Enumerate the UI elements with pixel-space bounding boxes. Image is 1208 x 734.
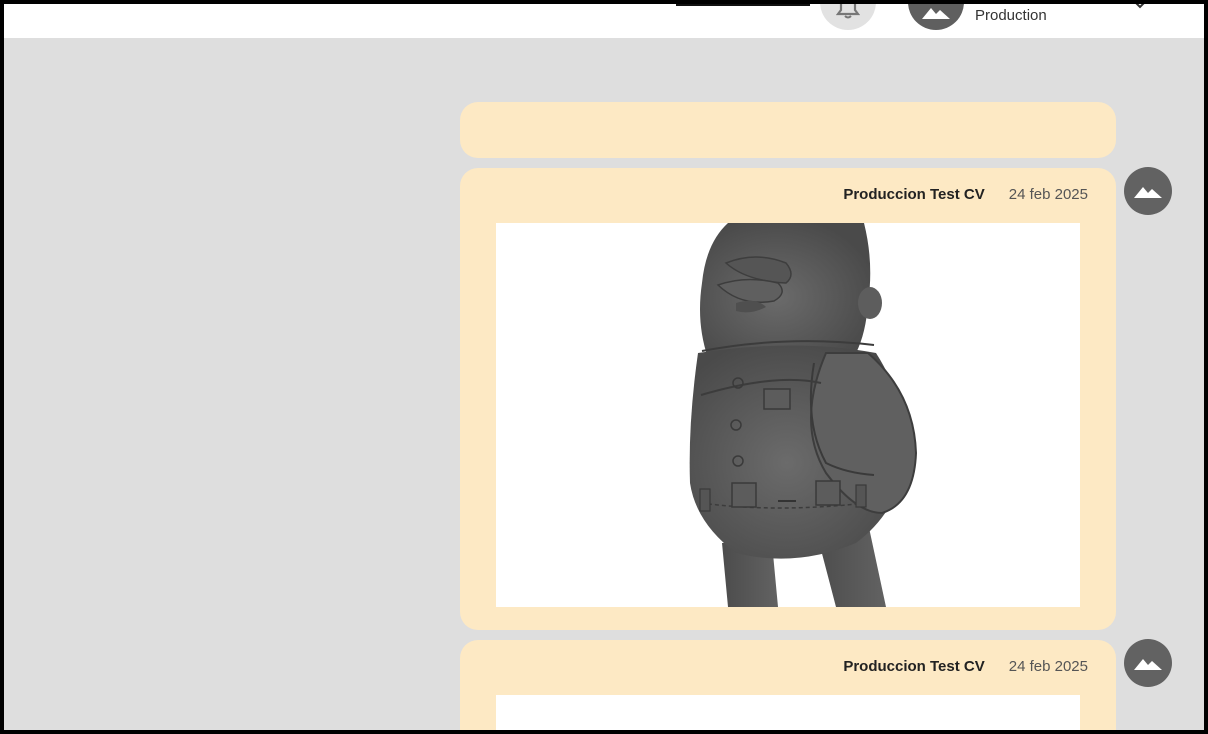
top-bar: Production [4,4,1204,38]
mountain-icon [922,8,950,19]
chevron-down-icon[interactable] [1134,4,1146,16]
notifications-button[interactable] [820,4,876,30]
message-card-previous [460,102,1116,158]
message-card: Produccion Test CV 24 feb 2025 [460,640,1116,730]
message-feed[interactable]: Produccion Test CV 24 feb 2025 Produccio… [4,38,1204,730]
3d-character-render [689,223,918,607]
user-avatar[interactable] [908,4,964,30]
mountain-icon [1134,659,1162,670]
message-header: Produccion Test CV 24 feb 2025 [843,186,1088,203]
bell-icon [836,4,860,19]
message-header: Produccion Test CV 24 feb 2025 [843,658,1088,675]
active-tab-indicator [676,4,810,6]
mountain-icon [1134,187,1162,198]
message-image[interactable] [496,223,1080,607]
message-card: Produccion Test CV 24 feb 2025 [460,168,1116,630]
sender-avatar[interactable] [1124,639,1172,687]
sender-avatar[interactable] [1124,167,1172,215]
message-author: Produccion Test CV [843,658,985,675]
app-frame: Production Produccion Test CV 24 feb 202… [4,4,1204,730]
message-date: 24 feb 2025 [1008,658,1088,675]
message-image[interactable] [496,695,1080,730]
message-date: 24 feb 2025 [1008,186,1088,203]
user-role: Production [975,7,1047,24]
message-author: Produccion Test CV [843,186,985,203]
